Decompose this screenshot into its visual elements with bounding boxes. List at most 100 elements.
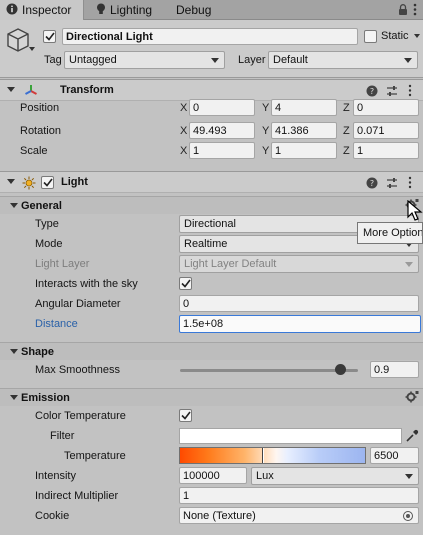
help-icon[interactable]: ?	[366, 85, 378, 97]
max-smoothness-input[interactable]: 0.9	[370, 361, 419, 378]
lightbulb-icon	[96, 3, 106, 18]
color-temperature-label: Color Temperature	[35, 410, 126, 422]
intensity-unit-dropdown[interactable]: Lux	[251, 467, 419, 485]
active-checkbox[interactable]	[43, 30, 56, 43]
more-options-gear-icon[interactable]	[405, 390, 419, 404]
type-label: Type	[35, 218, 59, 230]
axis-x-label: X	[180, 102, 188, 114]
temperature-slider-marker[interactable]	[262, 448, 264, 463]
temperature-gradient-slider[interactable]	[179, 447, 366, 464]
foldout-arrow[interactable]	[10, 349, 18, 354]
filter-color-swatch[interactable]	[179, 428, 402, 444]
rotation-y-input[interactable]: 41.386	[271, 122, 337, 139]
type-value: Directional	[184, 218, 236, 230]
icon-dropdown-arrow[interactable]	[29, 47, 35, 51]
tab-lighting[interactable]: Lighting	[90, 0, 168, 20]
presets-sliders-icon[interactable]	[386, 177, 398, 189]
light-component-header[interactable]: Light ?	[0, 171, 423, 193]
object-header: Directional Light Static Tag Untagged La…	[0, 20, 423, 78]
rotation-z-input[interactable]: 0.071	[353, 122, 419, 139]
scale-z-input[interactable]: 1	[353, 142, 419, 159]
foldout-arrow[interactable]	[10, 203, 18, 208]
foldout-arrow[interactable]	[7, 87, 15, 92]
position-x-input[interactable]: 0	[189, 99, 255, 116]
axis-y-label: Y	[262, 102, 270, 114]
tab-inspector[interactable]: Inspector	[0, 0, 84, 20]
checkmark-icon	[180, 411, 191, 420]
intensity-label: Intensity	[35, 470, 76, 482]
cookie-value: None (Texture)	[183, 509, 256, 522]
transform-title: Transform	[60, 84, 114, 96]
light-layer-dropdown: Light Layer Default	[179, 255, 419, 273]
max-smoothness-slider-handle[interactable]	[334, 364, 346, 375]
mouse-cursor-icon	[407, 200, 423, 221]
tab-debug[interactable]: Debug	[170, 0, 230, 20]
interacts-sky-label: Interacts with the sky	[35, 278, 138, 290]
light-title: Light	[61, 176, 88, 188]
object-picker-icon[interactable]	[403, 511, 413, 521]
mode-value: Realtime	[184, 238, 228, 250]
eyedropper-icon[interactable]	[405, 429, 419, 443]
intensity-unit-value: Lux	[256, 470, 274, 482]
checkmark-icon	[180, 279, 191, 288]
scale-x-input[interactable]: 1	[189, 142, 255, 159]
transform-component-header[interactable]: Transform ?	[0, 79, 423, 101]
kebab-menu-icon[interactable]	[406, 84, 414, 97]
kebab-menu-icon[interactable]	[406, 176, 414, 189]
more-options-tooltip: More Options	[357, 222, 423, 244]
scale-label: Scale	[20, 145, 48, 157]
light-enabled-checkbox[interactable]	[41, 176, 54, 189]
position-y-input[interactable]: 4	[271, 99, 337, 116]
lock-icon[interactable]	[398, 4, 408, 15]
axis-z-label: Z	[343, 125, 350, 137]
help-icon[interactable]: ?	[366, 177, 378, 189]
mode-label: Mode	[35, 238, 63, 250]
chevron-down-icon	[405, 262, 413, 267]
transform-axes-icon	[25, 85, 37, 95]
layer-dropdown[interactable]: Default	[268, 51, 418, 69]
emission-section-header[interactable]: Emission	[0, 388, 423, 406]
distance-input[interactable]: 1.5e+08	[179, 315, 421, 333]
max-smoothness-slider-track[interactable]	[180, 369, 358, 372]
axis-z-label: Z	[343, 102, 350, 114]
position-z-input[interactable]: 0	[353, 99, 419, 116]
cookie-object-field[interactable]: None (Texture)	[179, 507, 419, 524]
kebab-menu-icon[interactable]	[411, 3, 419, 16]
angular-diameter-label: Angular Diameter	[35, 298, 121, 310]
angular-diameter-input[interactable]: 0	[179, 295, 419, 312]
shape-section-header[interactable]: Shape	[0, 342, 423, 360]
svg-text:?: ?	[370, 179, 374, 188]
tab-label: Debug	[176, 3, 212, 17]
axis-x-label: X	[180, 125, 188, 137]
info-icon	[6, 3, 18, 18]
color-temperature-checkbox[interactable]	[179, 409, 192, 422]
temperature-input[interactable]: 6500	[370, 447, 419, 464]
static-label: Static	[381, 30, 409, 42]
directional-light-icon	[22, 176, 36, 190]
tag-dropdown[interactable]: Untagged	[64, 51, 225, 69]
checkmark-icon	[42, 178, 53, 187]
general-title: General	[21, 200, 62, 212]
foldout-arrow[interactable]	[10, 395, 18, 400]
tab-bar: Inspector Lighting Debug	[0, 0, 423, 20]
static-dropdown-arrow[interactable]	[414, 34, 420, 38]
checkmark-icon	[44, 32, 55, 41]
rotation-x-input[interactable]: 49.493	[189, 122, 255, 139]
scale-y-input[interactable]: 1	[271, 142, 337, 159]
position-label: Position	[20, 102, 60, 114]
static-checkbox[interactable]	[364, 30, 377, 43]
light-layer-value: Light Layer Default	[184, 258, 277, 270]
axis-x-label: X	[180, 145, 188, 157]
chevron-down-icon	[211, 58, 219, 63]
intensity-input[interactable]: 100000	[179, 467, 247, 484]
foldout-arrow[interactable]	[7, 179, 15, 184]
interacts-sky-checkbox[interactable]	[179, 277, 192, 290]
object-name-input[interactable]: Directional Light	[62, 28, 358, 45]
gameobject-cube-icon[interactable]	[6, 27, 30, 53]
general-section-header[interactable]: General	[0, 196, 423, 214]
filter-label: Filter	[50, 430, 75, 442]
svg-text:?: ?	[370, 87, 374, 96]
indirect-multiplier-input[interactable]: 1	[179, 487, 419, 504]
cookie-label: Cookie	[35, 510, 70, 522]
presets-sliders-icon[interactable]	[386, 85, 398, 97]
